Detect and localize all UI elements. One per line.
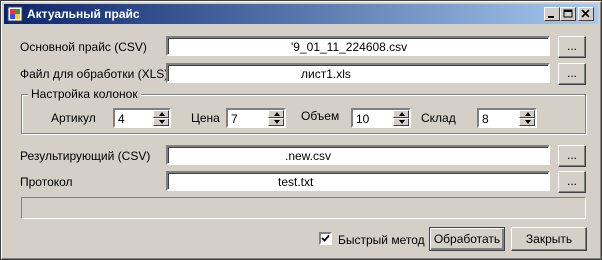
volume-spin-down[interactable] [393, 118, 409, 126]
fast-method-checkbox[interactable] [319, 232, 332, 245]
stock-spinner[interactable]: 8 [477, 108, 537, 128]
article-label: Артикул [51, 111, 96, 125]
columns-group-title: Настройка колонок [28, 87, 141, 101]
checkmark-icon [321, 234, 330, 242]
main-price-label: Основной прайс (CSV) [20, 40, 147, 54]
progress-bar [21, 197, 586, 219]
article-spin-down[interactable] [153, 118, 169, 126]
arrow-up-icon [525, 112, 531, 116]
close-window-button[interactable] [578, 7, 594, 21]
app-icon [7, 6, 23, 22]
arrow-down-icon [525, 120, 531, 124]
stock-spin-up[interactable] [519, 110, 535, 118]
volume-label: Объем [301, 109, 340, 123]
arrow-down-icon [159, 120, 165, 124]
log-label: Протокол [20, 175, 73, 189]
arrow-down-icon [274, 120, 280, 124]
stock-spin-down[interactable] [519, 118, 535, 126]
process-file-label: Файл для обработки (XLS) [20, 67, 169, 81]
main-price-browse-button[interactable]: ... [558, 36, 586, 58]
main-price-value: '9_01_11_224608.csv [291, 40, 408, 54]
result-input[interactable]: .new.csv [166, 145, 550, 165]
process-button[interactable]: Обработать [429, 227, 505, 251]
close-button[interactable]: Закрыть [511, 227, 587, 251]
stock-label: Склад [421, 111, 456, 125]
volume-spinner[interactable]: 10 [351, 108, 411, 128]
result-browse-button[interactable]: ... [558, 145, 586, 167]
article-spinner[interactable]: 4 [113, 108, 171, 128]
arrow-up-icon [399, 112, 405, 116]
log-value: test.txt [278, 175, 314, 189]
log-browse-button[interactable]: ... [558, 171, 586, 193]
main-window: Актуальный прайс Основной прайс (CSV) '9… [0, 0, 602, 260]
maximize-icon [563, 9, 573, 18]
process-file-browse-button[interactable]: ... [558, 63, 586, 85]
article-value: 4 [118, 112, 125, 126]
volume-spin-up[interactable] [393, 110, 409, 118]
price-spinner[interactable]: 7 [226, 108, 286, 128]
main-price-input[interactable]: '9_01_11_224608.csv [166, 36, 550, 56]
minimize-button[interactable] [544, 7, 560, 21]
result-label: Результирующий (CSV) [20, 149, 151, 163]
maximize-button[interactable] [560, 7, 576, 21]
window-title: Актуальный прайс [27, 7, 140, 21]
price-value: 7 [231, 112, 238, 126]
result-value: .new.csv [285, 149, 332, 163]
price-spin-down[interactable] [268, 118, 284, 126]
process-file-input[interactable]: лист1.xls [166, 63, 550, 83]
price-label: Цена [191, 111, 220, 125]
minimize-icon [548, 16, 554, 18]
log-input[interactable]: test.txt [166, 171, 550, 191]
close-icon [581, 9, 590, 18]
article-spin-up[interactable] [153, 110, 169, 118]
arrow-down-icon [399, 120, 405, 124]
fast-method-label[interactable]: Быстрый метод [338, 233, 425, 247]
volume-value: 10 [356, 112, 370, 126]
stock-value: 8 [482, 112, 489, 126]
arrow-up-icon [159, 112, 165, 116]
price-spin-up[interactable] [268, 110, 284, 118]
arrow-up-icon [274, 112, 280, 116]
title-bar[interactable]: Актуальный прайс [4, 4, 598, 24]
process-file-value: лист1.xls [301, 67, 351, 81]
